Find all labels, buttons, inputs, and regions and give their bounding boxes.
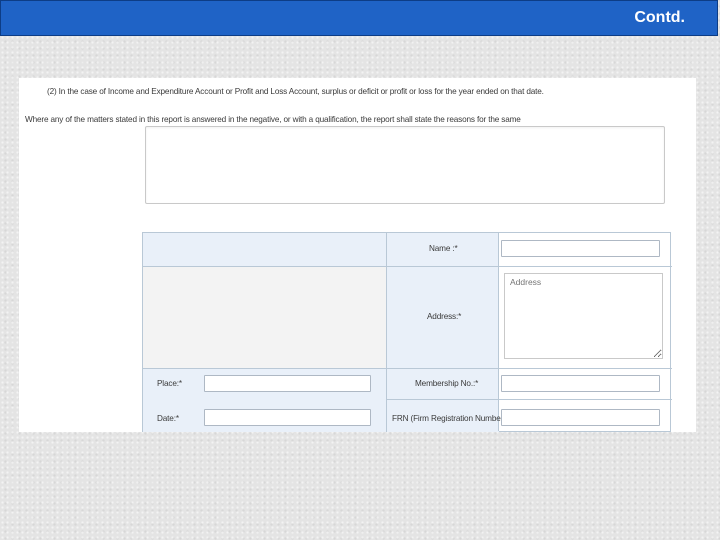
title-bar: Contd. [0,0,718,36]
membership-label: Membership No.:* [415,379,479,388]
form-screenshot: (2) In the case of Income and Expenditur… [19,78,696,432]
blank-header-cell [143,233,386,266]
name-input[interactable] [501,240,660,257]
instruction-text: Where any of the matters stated in this … [25,115,521,124]
name-label: Name :* [429,244,458,253]
label-column [387,233,499,432]
date-label: Date:* [157,414,179,423]
reasons-textarea[interactable] [145,126,665,204]
address-textarea[interactable] [504,273,663,359]
date-input[interactable] [204,409,371,426]
frn-input[interactable] [501,409,660,426]
row-divider-2 [143,368,672,369]
place-label: Place:* [157,379,182,388]
address-label: Address:* [427,312,462,321]
place-input[interactable] [204,375,371,392]
slide-title: Contd. [634,9,685,26]
membership-input[interactable] [501,375,660,392]
column-divider-2 [498,233,499,431]
row-divider-3 [386,399,672,400]
blank-middle-cell [143,266,386,368]
signatory-form-table: Name :* Address:* Place:* Membership No.… [142,232,672,432]
clause-text: (2) In the case of Income and Expenditur… [47,87,544,96]
frn-label: FRN (Firm Registration Number): [392,414,508,423]
column-divider-1 [386,233,387,431]
row-divider-1 [143,266,672,267]
